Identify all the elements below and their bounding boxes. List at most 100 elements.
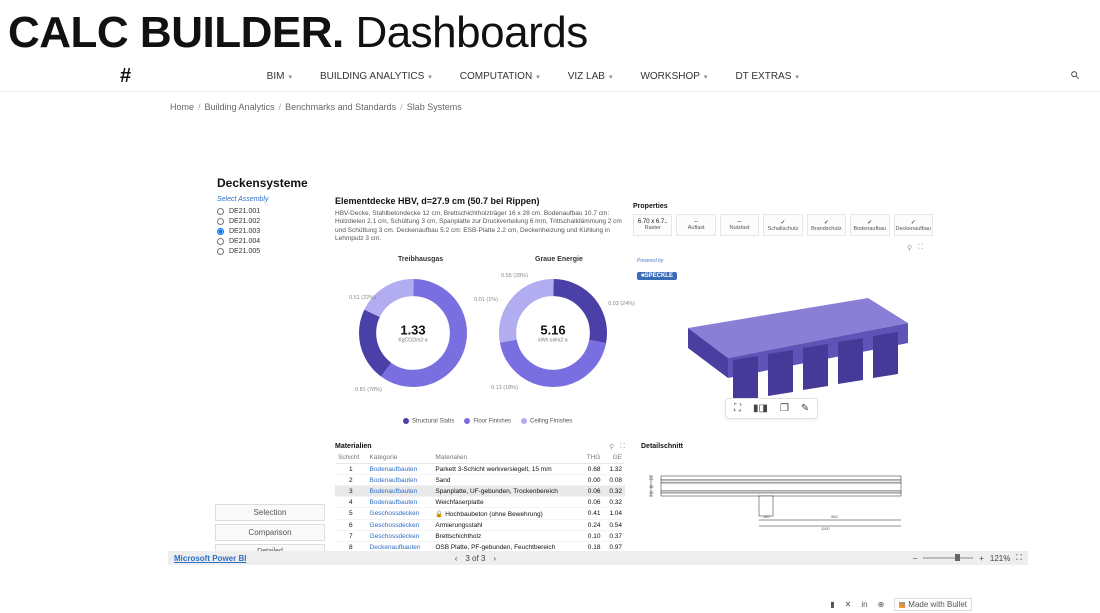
table-row[interactable]: 5Geschossdecken🔒 Hochbaubeton (ohne Bewe… (335, 508, 625, 520)
assembly-DE21.002[interactable]: DE21.002 (217, 216, 325, 226)
section-drawing: 21 38 30 160 960 1100 (641, 458, 921, 538)
nav-dt-extras[interactable]: DT EXTRAS▾ (735, 71, 798, 82)
focus-icon[interactable]: ⛶ (918, 244, 923, 252)
assembly-DE21.005[interactable]: DE21.005 (217, 246, 325, 256)
cube-icon[interactable]: ❒ (780, 403, 789, 414)
table-row[interactable]: 7GeschossdeckenBrettschichtholz0.100.37 (335, 531, 625, 542)
dashboard-title: Deckensysteme (217, 176, 308, 190)
chart2-title: Graue Energie (535, 256, 583, 263)
assembly-panel: Select Assembly DE21.001DE21.002DE21.003… (217, 196, 325, 256)
camera-icon[interactable]: ▮◨ (753, 403, 768, 414)
powerbi-footer: Microsoft Power BI ‹ 3 of 3 › − + 121% ⛶ (168, 551, 1028, 565)
ge-lbl-0: 0.55 (28%) (501, 273, 528, 279)
site-logo[interactable]: # (120, 65, 131, 88)
breadcrumb: Home/Building Analytics/Benchmarks and S… (0, 92, 1100, 118)
col-thg[interactable]: THG (581, 452, 604, 464)
prop-brandschutz[interactable]: ✓Brandschutz (807, 214, 846, 236)
zoom-value: 121% (990, 554, 1010, 563)
ghg-lbl-0: 0.51 (22%) (349, 295, 376, 301)
assembly-DE21.001[interactable]: DE21.001 (217, 206, 325, 216)
twitter-icon[interactable]: ✕ (845, 600, 852, 609)
ghg-lbl-1: 0.81 (78%) (355, 387, 382, 393)
col-ge[interactable]: GE (603, 452, 625, 464)
legend-ceiling-finishes[interactable]: Ceiling Finishes (521, 418, 572, 425)
zoom-out-icon[interactable]: − (913, 554, 918, 563)
model-viewer[interactable] (658, 268, 928, 418)
filter-icon[interactable]: ⚲ (907, 244, 912, 252)
chevron-down-icon: ▾ (609, 73, 613, 81)
svg-text:1100: 1100 (821, 526, 830, 531)
materials-table: Schicht Kategorie Materialien THG GE 1Bo… (335, 452, 625, 564)
chevron-down-icon: ▾ (428, 73, 432, 81)
crumb-0[interactable]: Home (170, 102, 194, 112)
ge-value: 5.16 (538, 323, 567, 338)
assembly-DE21.003[interactable]: DE21.003 (217, 226, 325, 236)
prop-deckenaufbau[interactable]: ✓Deckenaufbau (894, 214, 933, 236)
prev-page-icon[interactable]: ‹ (455, 554, 458, 563)
svg-text:38: 38 (649, 484, 654, 489)
chart1-title: Treibhausgas (398, 256, 443, 263)
facebook-icon[interactable]: ▮ (830, 600, 834, 609)
prop-bodenaufbau[interactable]: ✓Bodenaufbau (850, 214, 889, 236)
linkedin-icon[interactable]: in (861, 600, 867, 609)
focus-icon[interactable]: ⛶ (620, 443, 625, 451)
crumb-1[interactable]: Building Analytics (205, 102, 275, 112)
ge-unit: kWh oil/m2·a (538, 338, 567, 344)
chevron-down-icon: ▾ (288, 73, 292, 81)
chevron-down-icon: ▾ (704, 73, 708, 81)
legend-floor-finishes[interactable]: Floor Finishes (464, 418, 511, 425)
nav-viz-lab[interactable]: VIZ LAB▾ (568, 71, 613, 82)
card-toolbar: ⚲ ⛶ (907, 244, 923, 252)
nav-bim[interactable]: BIM▾ (267, 71, 292, 82)
table-row[interactable]: 4BodenaufbautenWeichfaserplatte0.060.32 (335, 497, 625, 508)
crumb-3[interactable]: Slab Systems (407, 102, 462, 112)
zoom-slider[interactable] (923, 557, 973, 559)
page-footer: ▮ ✕ in ⊕ Made with Bullet (830, 598, 972, 611)
prop-schallschutz[interactable]: ✓Schallschutz (763, 214, 802, 236)
nav-building-analytics[interactable]: BUILDING ANALYTICS▾ (320, 71, 432, 82)
next-page-icon[interactable]: › (493, 554, 496, 563)
legend-structural-slabs[interactable]: Structural Slabs (403, 418, 454, 425)
zoom-in-icon[interactable]: + (979, 554, 984, 563)
table-row[interactable]: 2BodenaufbautenSand0.000.08 (335, 475, 625, 486)
ghg-unit: KgCO2/m2·a (398, 338, 427, 344)
made-with-badge[interactable]: Made with Bullet (894, 598, 972, 611)
table-row[interactable]: 1BodenaufbautenParkett 3-Schicht werkver… (335, 464, 625, 475)
table-row[interactable]: 6GeschossdeckenArmierungsstahl0.240.54 (335, 520, 625, 531)
globe-icon[interactable]: ⊕ (878, 600, 885, 609)
col-schicht[interactable]: Schicht (335, 452, 367, 464)
search-icon[interactable] (1070, 70, 1080, 83)
page-title: CALC BUILDER. Dashboards (0, 0, 1100, 62)
fullscreen-icon[interactable]: ⛶ (734, 403, 741, 414)
table-row[interactable]: 3BodenaufbautenSpanplatte, UF-gebunden, … (335, 486, 625, 497)
ge-lbl-1: 0.03 (24%) (608, 301, 635, 307)
bullet-logo-icon (899, 602, 905, 608)
dashboard: Deckensysteme Select Assembly DE21.001DE… (113, 158, 1033, 583)
selection-button[interactable]: Selection (215, 504, 325, 521)
filter-icon[interactable]: ⚲ (609, 443, 614, 451)
prop-auflast[interactable]: --Auflast (676, 214, 715, 236)
element-title: Elementdecke HBV, d=27.9 cm (50.7 bei Ri… (335, 196, 625, 206)
nav-workshop[interactable]: WORKSHOP▾ (640, 71, 707, 82)
prop-raster[interactable]: 6.70 x 6.7..Raster (633, 214, 672, 236)
nav-computation[interactable]: COMPUTATION▾ (460, 71, 540, 82)
materials-panel: Materialien ⚲ ⛶ Schicht Kategorie Materi… (335, 443, 625, 564)
col-materialien[interactable]: Materialien (432, 452, 580, 464)
assembly-DE21.004[interactable]: DE21.004 (217, 236, 325, 246)
prop-nutzlast[interactable]: --Nutzlast (720, 214, 759, 236)
element-desc: HBV-Decke, Stahlbetondecke 12 cm, Bretts… (335, 210, 625, 244)
fit-page-icon[interactable]: ⛶ (1016, 553, 1022, 563)
detail-title: Detailschnitt (641, 443, 921, 450)
svg-text:160: 160 (763, 514, 770, 519)
chart-legend: Structural Slabs Floor Finishes Ceiling Fi… (403, 418, 572, 425)
crumb-2[interactable]: Benchmarks and Standards (285, 102, 396, 112)
ghg-donut: 1.33 KgCO2/m2·a 0.51 (22%) 0.01 (1%) 0.8… (353, 273, 473, 393)
brush-icon[interactable]: ✎ (801, 403, 809, 414)
col-kategorie[interactable]: Kategorie (367, 452, 433, 464)
topbar: # BIM▾ BUILDING ANALYTICS▾ COMPUTATION▾ VIZ… (0, 62, 1100, 92)
properties-title: Properties (633, 203, 933, 210)
powerbi-link[interactable]: Microsoft Power BI (174, 554, 246, 563)
chevron-down-icon: ▾ (795, 73, 799, 81)
comparison-button[interactable]: Comparison (215, 524, 325, 541)
svg-text:21: 21 (649, 476, 654, 481)
